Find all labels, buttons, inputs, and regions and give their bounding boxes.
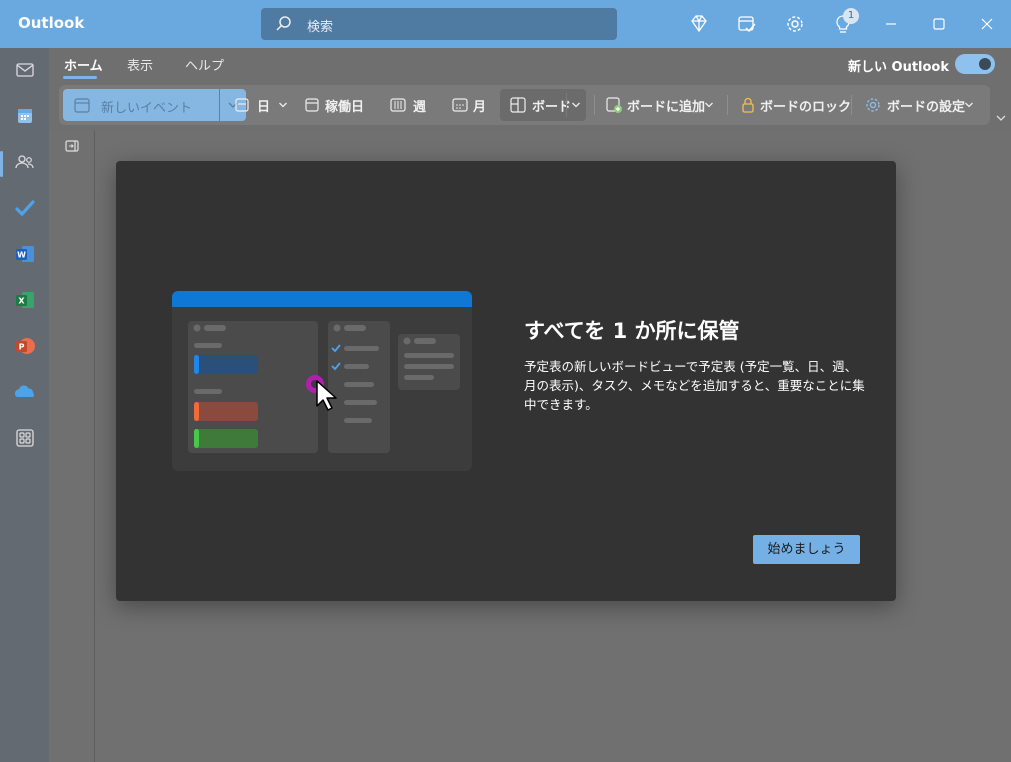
chevron-down-icon — [965, 102, 973, 108]
split-divider — [566, 93, 567, 117]
rail-selection-indicator — [0, 151, 3, 177]
day-view-label: 日 — [257, 100, 271, 115]
add-to-board-icon — [606, 97, 622, 113]
word-icon[interactable]: W — [13, 242, 37, 266]
ribbon-tabs: ホーム 表示 ヘルプ 新しい Outlook — [49, 48, 1011, 82]
pane-divider — [94, 130, 95, 762]
board-illustration — [172, 291, 472, 471]
tab-help[interactable]: ヘルプ — [185, 55, 224, 74]
excel-icon[interactable]: X — [13, 288, 37, 312]
week-view-button[interactable]: 週 — [389, 85, 434, 125]
week-view-icon — [390, 98, 406, 112]
lock-board-label: ボードのロック — [760, 100, 852, 115]
apps-icon[interactable] — [13, 426, 37, 450]
gear-icon[interactable] — [784, 13, 806, 35]
svg-text:X: X — [18, 297, 25, 306]
maximize-icon[interactable] — [927, 12, 951, 36]
lock-icon — [742, 97, 754, 113]
add-to-board-button[interactable]: ボードに追加 — [605, 85, 717, 125]
toggle-knob — [979, 58, 991, 70]
ribbon-expand-chevron-icon[interactable] — [995, 112, 1007, 124]
new-event-button[interactable]: 新しいイベント — [63, 89, 219, 121]
lock-board-button[interactable]: ボードのロック — [739, 85, 851, 125]
ribbon-divider — [727, 95, 728, 115]
dialog-title: すべてを 1 か所に保管 — [524, 319, 740, 343]
new-event-label: 新しいイベント — [101, 101, 193, 116]
week-view-label: 週 — [413, 100, 427, 115]
board-settings-button[interactable]: ボードの設定 — [864, 85, 979, 125]
ribbon: 新しいイベント 日 稼働日 週 月 ボード ボードに追加 ボードのロック ボード… — [59, 85, 990, 125]
tab-selected-underline — [63, 76, 97, 79]
title-bar: Outlook 検索 1 — [0, 0, 1011, 48]
work-week-label: 稼働日 — [325, 100, 365, 115]
app-rail: W X P — [0, 48, 49, 762]
premium-diamond-icon[interactable] — [688, 13, 710, 35]
board-view-icon — [510, 97, 526, 113]
my-day-icon[interactable] — [736, 13, 758, 35]
minimize-icon[interactable] — [879, 12, 903, 36]
search-placeholder: 検索 — [307, 20, 334, 35]
new-outlook-label: 新しい Outlook — [848, 60, 950, 75]
board-intro-dialog: すべてを 1 か所に保管 予定表の新しいボードビューで予定表 (予定一覧、日、週… — [116, 161, 896, 601]
day-view-icon — [235, 98, 249, 112]
mail-icon[interactable] — [13, 58, 37, 82]
gear-icon — [866, 98, 880, 112]
tab-home[interactable]: ホーム — [64, 55, 103, 74]
notification-badge: 1 — [843, 8, 859, 24]
powerpoint-icon[interactable]: P — [13, 334, 37, 358]
month-view-icon — [452, 98, 468, 112]
new-outlook-toggle[interactable] — [955, 54, 995, 74]
board-settings-label: ボードの設定 — [887, 100, 966, 115]
board-view-button[interactable]: ボード — [500, 89, 586, 121]
expand-pane-icon[interactable] — [64, 138, 80, 154]
svg-text:W: W — [17, 251, 26, 260]
month-view-button[interactable]: 月 — [451, 85, 491, 125]
chevron-down-icon — [279, 102, 287, 108]
get-started-button[interactable]: 始めましょう — [753, 535, 860, 564]
add-to-board-label: ボードに追加 — [627, 100, 706, 115]
tab-view[interactable]: 表示 — [127, 55, 153, 74]
work-week-icon — [305, 98, 319, 112]
ribbon-divider — [851, 95, 852, 115]
todo-icon[interactable] — [13, 196, 37, 220]
people-icon[interactable] — [13, 150, 37, 174]
calendar-icon[interactable] — [13, 104, 37, 128]
search-box[interactable]: 検索 — [261, 8, 617, 40]
dialog-body: 予定表の新しいボードビューで予定表 (予定一覧、日、週、月の表示)、タスク、メモ… — [524, 359, 865, 412]
day-view-button[interactable]: 日 — [233, 85, 293, 125]
calendar-add-icon — [74, 98, 90, 113]
close-icon[interactable] — [975, 12, 999, 36]
ribbon-divider — [594, 95, 595, 115]
app-title: Outlook — [18, 14, 85, 32]
chevron-down-icon — [705, 102, 713, 108]
onedrive-icon[interactable] — [13, 380, 37, 404]
work-week-button[interactable]: 稼働日 — [303, 85, 373, 125]
chevron-down-icon — [572, 102, 580, 108]
search-icon — [276, 16, 291, 31]
month-view-label: 月 — [473, 100, 487, 115]
svg-text:P: P — [19, 343, 25, 352]
